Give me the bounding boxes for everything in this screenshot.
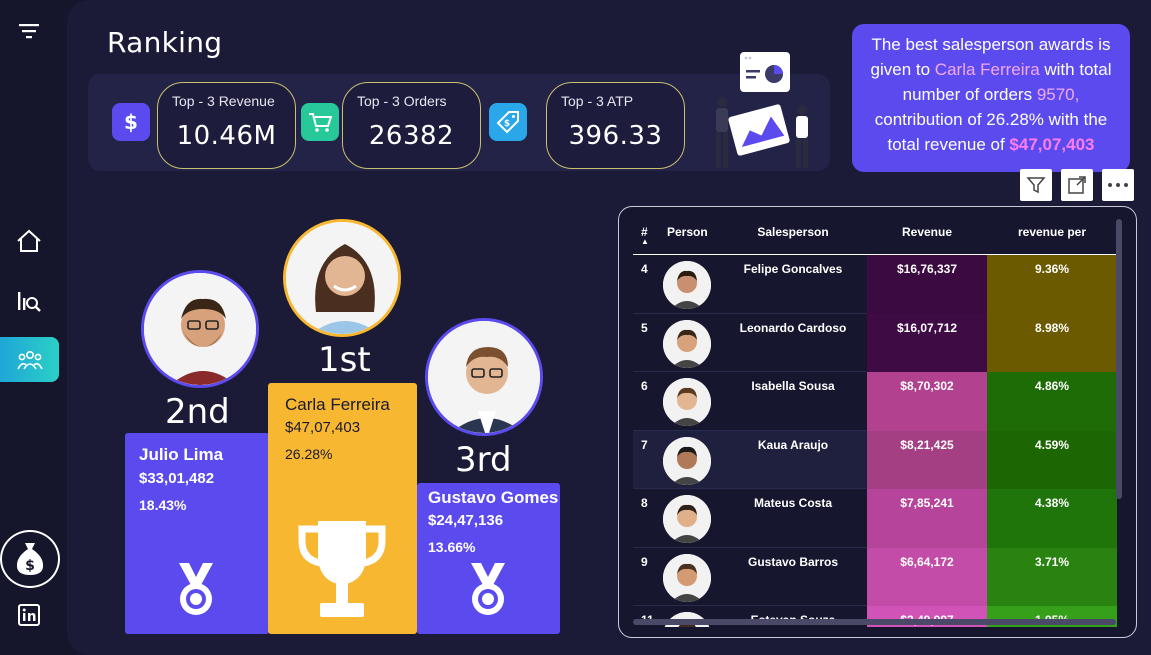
cell-rank: 7 xyxy=(641,437,648,452)
header-rank[interactable]: # ▲ xyxy=(641,225,649,246)
cell-revenue: $16,07,712 xyxy=(867,313,987,372)
sidebar: $ xyxy=(0,0,64,655)
header-revenue-per[interactable]: revenue per xyxy=(987,225,1117,239)
table-row[interactable]: 5 Leonardo Cardoso $16,07,712 8.98% xyxy=(633,313,1118,372)
kpi-label: Top - 3 Orders xyxy=(357,93,447,109)
place-third-label: 3rd xyxy=(455,440,512,480)
svg-text:$: $ xyxy=(504,119,510,129)
cell-rank: 9 xyxy=(641,554,648,569)
award-orders: 9570, xyxy=(1036,85,1080,104)
cell-salesperson: Leonardo Cardoso xyxy=(739,320,847,335)
price-tag-icon: $ xyxy=(489,103,527,141)
home-icon[interactable] xyxy=(12,224,46,258)
kpi-value: 26382 xyxy=(368,121,455,151)
table-row[interactable]: 6 Isabella Sousa $8,70,302 4.86% xyxy=(633,372,1118,431)
table-row[interactable]: 7 Kaua Araujo $8,21,425 4.59% xyxy=(633,430,1118,489)
app-root: $ Ranking $ $ Top - 3 Revenue 10.46M Top… xyxy=(0,0,1151,655)
kpi-value: 396.33 xyxy=(568,121,663,151)
podium-first: Carla Ferreira $47,07,403 26.28% xyxy=(268,383,417,634)
place-second-label: 2nd xyxy=(165,392,230,432)
podium-name: Julio Lima xyxy=(139,445,224,464)
podium-name: Gustavo Gomes xyxy=(428,488,559,507)
table-row[interactable]: 4 Felipe Goncalves $16,76,337 9.36% xyxy=(633,255,1118,314)
more-icon[interactable] xyxy=(1102,169,1134,201)
cell-revenue-per: 3.71% xyxy=(987,547,1117,606)
medal-icon xyxy=(179,563,213,615)
cell-rank: 8 xyxy=(641,496,648,510)
cell-revenue-per: 4.59% xyxy=(987,430,1117,489)
analytics-icon[interactable] xyxy=(12,284,46,318)
cell-rank: 6 xyxy=(641,379,648,393)
podium-percent: 18.43% xyxy=(139,497,187,513)
kpi-value: 10.46M xyxy=(176,121,277,151)
avatar-second xyxy=(141,270,259,388)
vertical-scrollbar[interactable] xyxy=(1116,219,1122,499)
award-card: The best salesperson awards is given to … xyxy=(852,24,1130,172)
salesperson-table: # ▲ Person Salesperson Revenue revenue pe… xyxy=(618,206,1137,638)
expand-icon[interactable] xyxy=(1061,169,1093,201)
table-row[interactable]: 9 Gustavo Barros $6,64,172 3.71% xyxy=(633,547,1118,606)
kpi-label: Top - 3 Revenue xyxy=(172,93,275,109)
cell-revenue: $6,64,172 xyxy=(867,547,987,606)
kpi-card-revenue: Top - 3 Revenue 10.46M xyxy=(157,82,296,169)
kpi-label: Top - 3 ATP xyxy=(561,93,634,109)
page-title: Ranking xyxy=(107,26,223,59)
cell-person-avatar xyxy=(663,378,711,426)
cell-salesperson: Mateus Costa xyxy=(753,496,833,510)
presentation-illustration xyxy=(716,52,808,168)
cell-rank: 4 xyxy=(641,262,648,276)
header-salesperson[interactable]: Salesperson xyxy=(723,225,863,239)
cell-person-avatar xyxy=(663,436,711,485)
table-header: # ▲ Person Salesperson Revenue revenue pe… xyxy=(633,217,1118,255)
kpi-card-orders: Top - 3 Orders 26382 xyxy=(342,82,481,169)
cell-person-avatar xyxy=(663,553,711,602)
podium-second: Julio Lima $33,01,482 18.43% xyxy=(125,433,269,634)
cell-revenue-per: 4.38% xyxy=(987,489,1117,548)
horizontal-scrollbar[interactable] xyxy=(633,619,1116,625)
medal-icon xyxy=(471,563,505,615)
cell-salesperson: Gustavo Barros xyxy=(747,554,839,569)
award-name: Carla Ferreira xyxy=(934,60,1040,79)
cell-person-avatar xyxy=(663,261,711,309)
cell-revenue: $16,76,337 xyxy=(867,255,987,314)
podium-third: Gustavo Gomes $24,47,136 13.66% xyxy=(417,483,560,634)
cell-revenue: $8,21,425 xyxy=(867,430,987,489)
people-icon[interactable] xyxy=(0,337,59,382)
linkedin-icon[interactable] xyxy=(12,598,46,632)
filter-menu-icon[interactable] xyxy=(12,14,46,48)
kpi-card-atp: Top - 3 ATP 396.33 xyxy=(546,82,685,169)
cell-salesperson: Felipe Goncalves xyxy=(743,262,843,276)
avatar-third xyxy=(425,318,543,436)
cell-revenue: $7,85,241 xyxy=(867,489,987,548)
cell-person-avatar xyxy=(663,319,711,368)
podium-revenue: $47,07,403 xyxy=(285,419,361,436)
money-bag-icon[interactable]: $ xyxy=(0,530,60,588)
svg-text:$: $ xyxy=(25,558,35,574)
cell-revenue: $8,70,302 xyxy=(867,372,987,431)
avatar-first xyxy=(283,219,401,337)
trophy-icon xyxy=(298,521,386,617)
table-row[interactable]: 8 Mateus Costa $7,85,241 4.38% xyxy=(633,489,1118,548)
podium-percent: 26.28% xyxy=(285,446,333,462)
cell-revenue-per: 9.36% xyxy=(987,255,1117,314)
cell-rank: 5 xyxy=(641,320,648,335)
cell-revenue-per: 8.98% xyxy=(987,313,1117,372)
award-revenue: $47,07,403 xyxy=(1009,135,1095,154)
podium-percent: 13.66% xyxy=(428,539,476,555)
funnel-icon[interactable] xyxy=(1020,169,1052,201)
header-revenue[interactable]: Revenue xyxy=(867,225,987,239)
podium-name: Carla Ferreira xyxy=(285,395,390,414)
place-first-label: 1st xyxy=(318,340,371,380)
cell-person-avatar xyxy=(663,495,711,543)
header-person[interactable]: Person xyxy=(667,225,708,239)
podium-revenue: $24,47,136 xyxy=(428,512,504,529)
cart-icon xyxy=(301,103,339,141)
sort-ascending-icon: ▲ xyxy=(641,237,649,246)
table-body: 4 Felipe Goncalves $16,76,337 9.36% 5 Leonard… xyxy=(633,255,1118,627)
cell-salesperson: Isabella Sousa xyxy=(751,379,835,393)
cell-salesperson: Kaua Araujo xyxy=(757,437,829,452)
dollar-icon: $ xyxy=(112,103,150,141)
cell-revenue-per: 4.86% xyxy=(987,372,1117,431)
podium-revenue: $33,01,482 xyxy=(139,470,215,487)
